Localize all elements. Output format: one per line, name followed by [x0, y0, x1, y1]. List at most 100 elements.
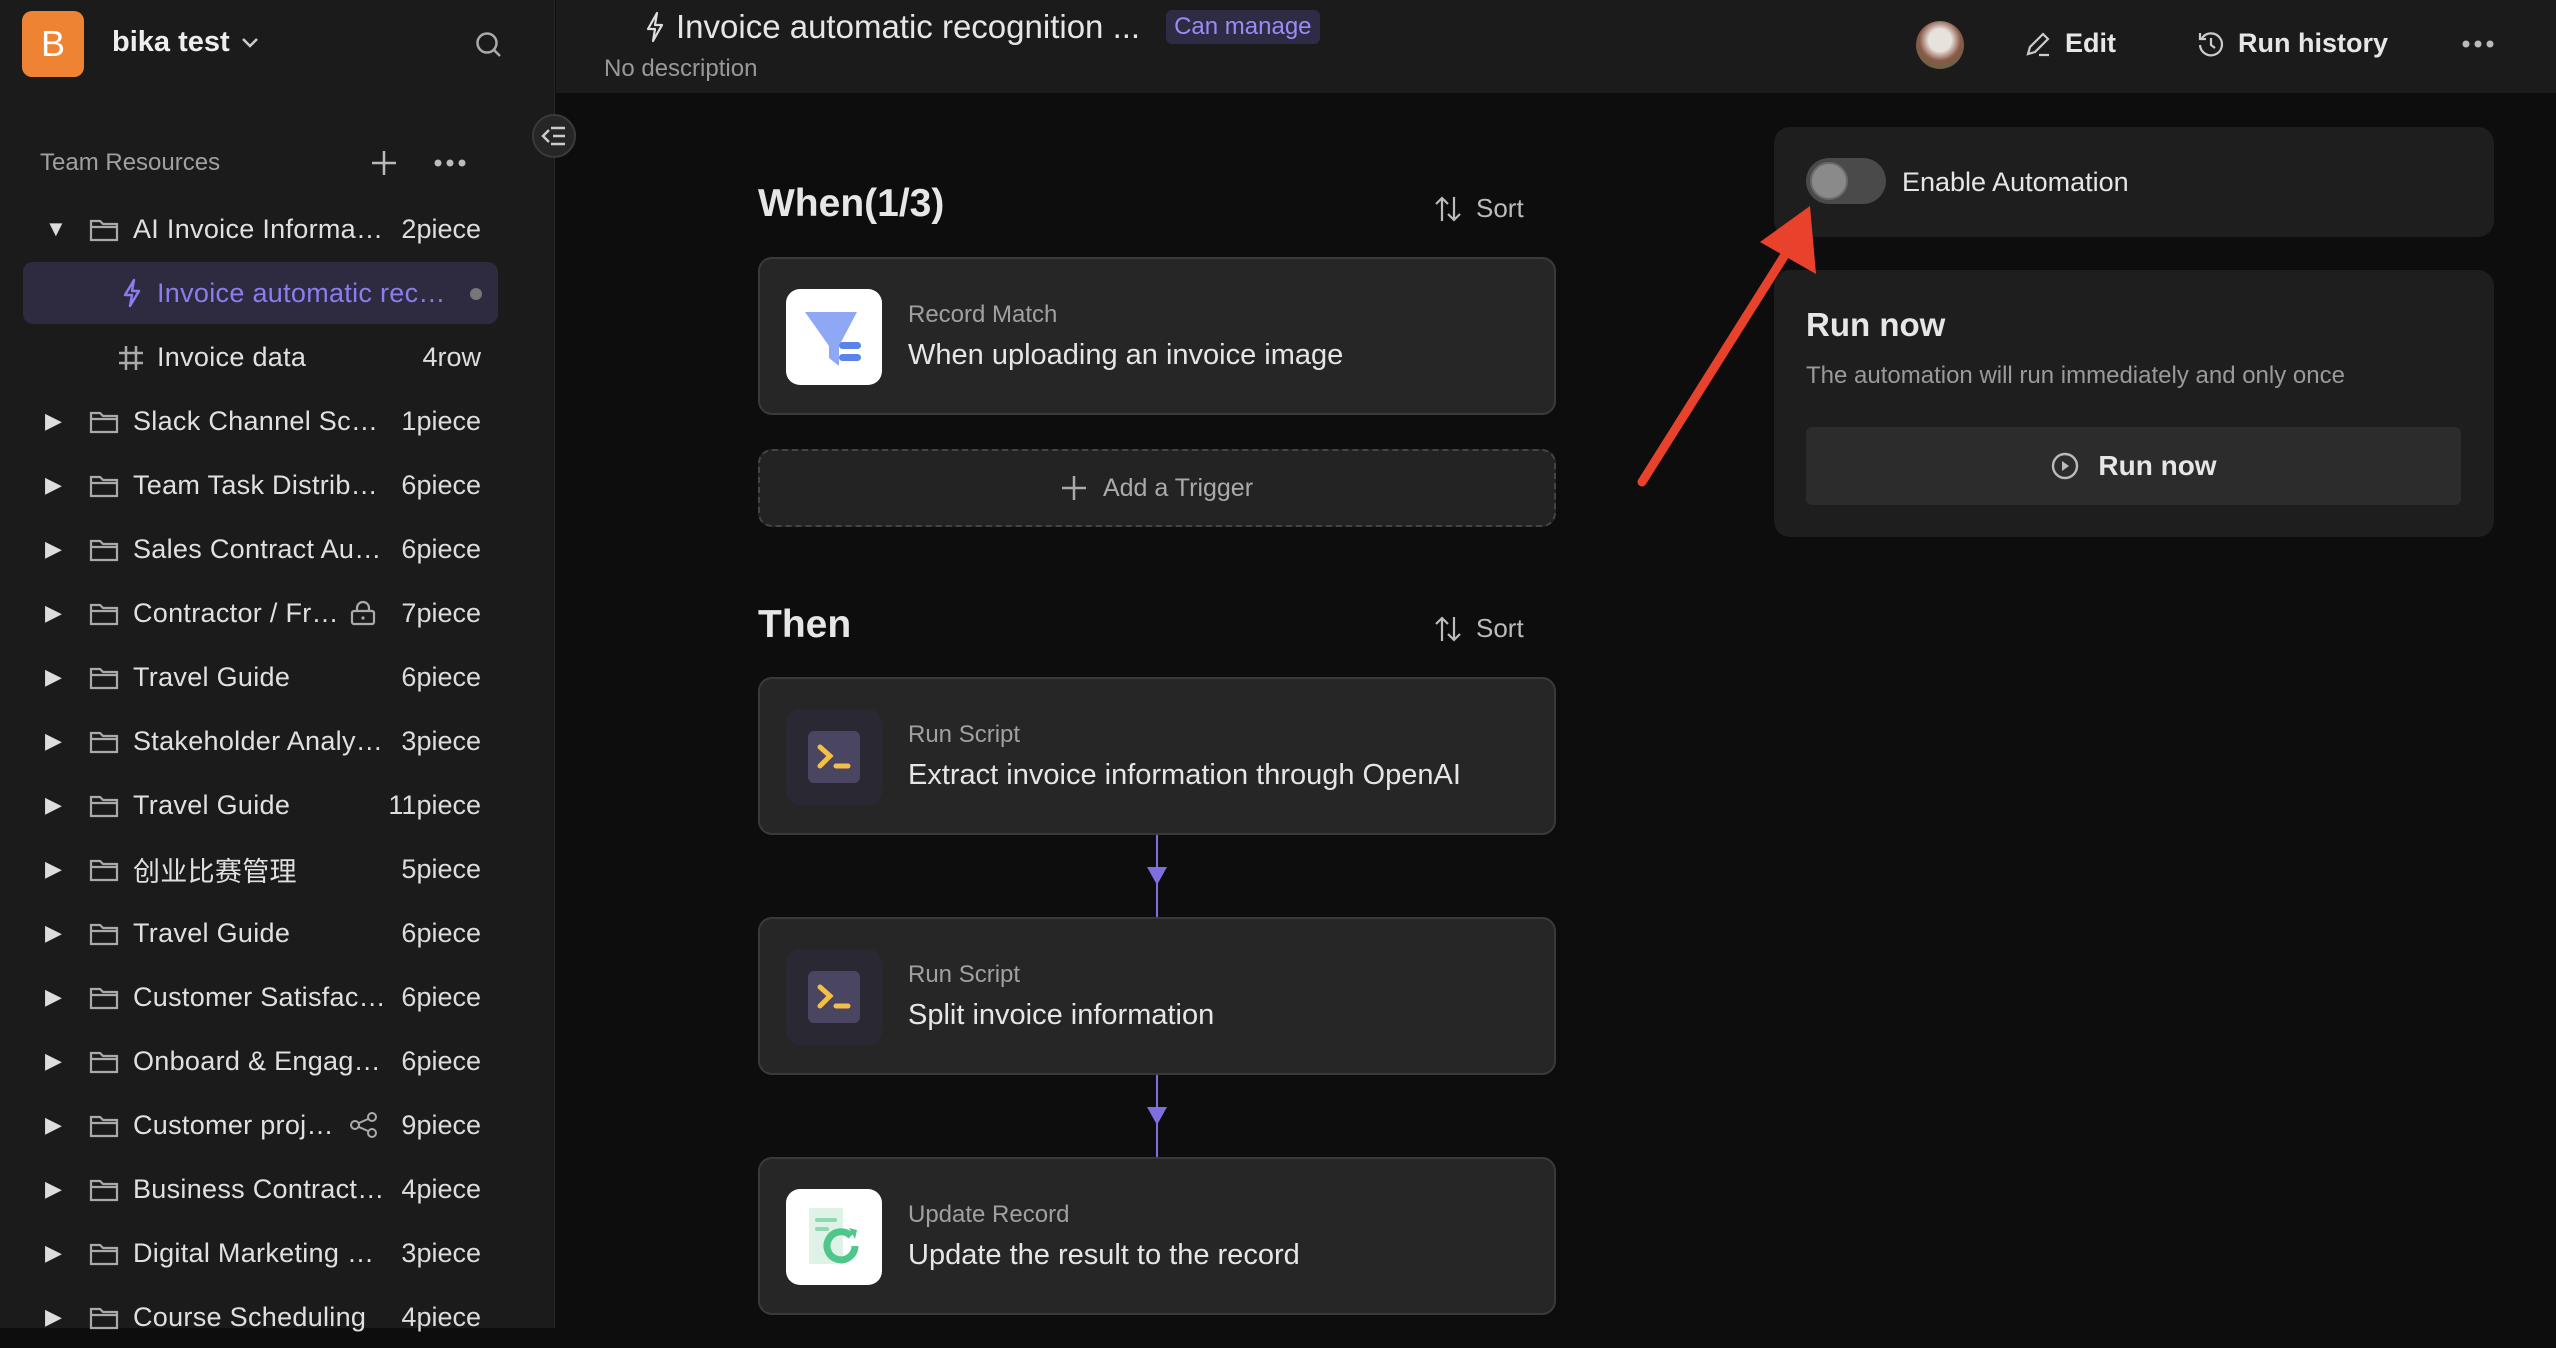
status-dot — [470, 288, 482, 300]
sidebar-item-label: Customer Satisfac… — [133, 981, 386, 1012]
run-now-button[interactable]: Run now — [1806, 427, 2461, 505]
folder-icon — [89, 1114, 119, 1145]
caret-right-icon[interactable]: ▶ — [45, 536, 62, 562]
folder-icon — [89, 1242, 119, 1273]
folder-icon — [89, 666, 119, 697]
sidebar-item[interactable]: ▶ 创业比赛管理 5piece — [23, 838, 498, 900]
more-icon[interactable] — [434, 159, 466, 167]
page-description[interactable]: No description — [604, 55, 757, 83]
edit-button[interactable]: Edit — [2023, 28, 2116, 59]
caret-right-icon[interactable]: ▶ — [45, 1048, 62, 1074]
action-card[interactable]: Update Record Update the result to the r… — [758, 1157, 1556, 1315]
sidebar-item-label: Travel Guide — [133, 789, 291, 820]
folder-icon — [89, 218, 119, 249]
plus-icon — [1061, 476, 1086, 500]
sidebar-item[interactable]: ▶ Sales Contract Au… 6piece — [23, 518, 498, 580]
sidebar-item[interactable]: Invoice automatic rec… — [23, 262, 498, 324]
caret-right-icon[interactable]: ▶ — [45, 920, 62, 946]
item-count: 3piece — [401, 1237, 481, 1268]
lightning-icon — [646, 11, 664, 43]
sidebar-item[interactable]: ▶ Slack Channel Sc… 1piece — [23, 390, 498, 452]
workspace-logo[interactable]: B — [22, 11, 84, 77]
run-history-button[interactable]: Run history — [2196, 28, 2388, 59]
sidebar-item[interactable]: ▶ Travel Guide 11piece — [23, 774, 498, 836]
update-record-icon — [786, 1189, 882, 1285]
folder-icon — [89, 602, 119, 633]
item-count: 3piece — [401, 725, 481, 756]
enable-panel: Enable Automation — [1774, 127, 2494, 237]
annotation-arrow-icon — [1637, 206, 1816, 487]
search-icon[interactable] — [474, 30, 504, 60]
action-card[interactable]: Run Script Split invoice information — [758, 917, 1556, 1075]
item-count: 4row — [422, 341, 481, 372]
sidebar-item-label: Travel Guide — [133, 917, 291, 948]
item-count: 7piece — [401, 597, 481, 628]
sidebar-item[interactable]: ▶ Travel Guide 6piece — [23, 902, 498, 964]
sidebar-item[interactable]: ▶ Stakeholder Analy… 3piece — [23, 710, 498, 772]
sidebar-item[interactable]: ▼ AI Invoice Informa… 2piece — [23, 198, 498, 260]
sort-icon — [1435, 615, 1461, 642]
sidebar-item[interactable]: ▶ Customer proj… 9piece — [23, 1094, 498, 1156]
terminal-icon — [786, 949, 882, 1045]
caret-right-icon[interactable]: ▶ — [45, 1176, 62, 1202]
folder-icon — [89, 1178, 119, 1209]
caret-right-icon[interactable]: ▶ — [45, 472, 62, 498]
filter-icon — [786, 289, 882, 385]
sidebar-item[interactable]: ▶ Digital Marketing … 3piece — [23, 1222, 498, 1284]
trigger-card[interactable]: Record Match When uploading an invoice i… — [758, 257, 1556, 415]
collapse-icon — [541, 126, 565, 146]
permission-badge: Can manage — [1166, 10, 1320, 44]
plus-icon[interactable] — [370, 149, 398, 177]
sidebar-item-label: Travel Guide — [133, 661, 291, 692]
lock-icon — [350, 600, 376, 633]
then-sort-button[interactable]: Sort — [1434, 613, 1524, 644]
sidebar-item-label: Invoice data — [157, 341, 307, 372]
sidebar-item[interactable]: ▶ Contractor / Fr… 7piece — [23, 582, 498, 644]
chevron-down-icon — [241, 37, 258, 48]
sidebar-item[interactable]: Invoice data 4row — [23, 326, 498, 388]
caret-right-icon[interactable]: ▶ — [45, 856, 62, 882]
caret-right-icon[interactable]: ▶ — [45, 600, 62, 626]
share-icon — [350, 1112, 378, 1145]
folder-icon — [89, 474, 119, 505]
sidebar-item-label: Slack Channel Sc… — [133, 405, 379, 436]
caret-right-icon[interactable]: ▶ — [45, 792, 62, 818]
caret-right-icon[interactable]: ▶ — [45, 1304, 62, 1330]
pencil-icon — [2026, 31, 2050, 56]
sidebar-item[interactable]: ▶ Customer Satisfac… 6piece — [23, 966, 498, 1028]
sidebar-item[interactable]: ▶ Travel Guide 6piece — [23, 646, 498, 708]
add-trigger-button[interactable]: Add a Trigger — [758, 449, 1556, 527]
workspace-switcher[interactable]: bika test — [112, 26, 260, 59]
caret-right-icon[interactable]: ▶ — [45, 984, 62, 1010]
more-icon[interactable] — [2462, 40, 2494, 48]
enable-automation-label: Enable Automation — [1902, 167, 2129, 197]
then-title: Then — [758, 603, 852, 646]
item-count: 6piece — [401, 469, 481, 500]
when-sort-button[interactable]: Sort — [1434, 193, 1524, 224]
caret-down-icon[interactable]: ▼ — [45, 216, 67, 242]
caret-right-icon[interactable]: ▶ — [45, 728, 62, 754]
arrow-down-icon — [1147, 867, 1167, 885]
avatar[interactable] — [1916, 21, 1964, 69]
item-count: 11piece — [388, 789, 481, 820]
item-count: 6piece — [401, 533, 481, 564]
caret-right-icon[interactable]: ▶ — [45, 1112, 62, 1138]
caret-right-icon[interactable]: ▶ — [45, 664, 62, 690]
item-count: 5piece — [401, 853, 481, 884]
collapse-sidebar-button[interactable] — [532, 114, 576, 158]
caret-right-icon[interactable]: ▶ — [45, 1240, 62, 1266]
sidebar-item[interactable]: ▶ Course Scheduling 4piece — [23, 1286, 498, 1348]
sidebar-item-label: AI Invoice Informa… — [133, 213, 384, 244]
terminal-icon — [786, 709, 882, 805]
sidebar-item[interactable]: ▶ Onboard & Engag… 6piece — [23, 1030, 498, 1092]
item-count: 6piece — [401, 917, 481, 948]
sidebar-item[interactable]: ▶ Team Task Distrib… 6piece — [23, 454, 498, 516]
folder-icon — [89, 922, 119, 953]
sidebar-item[interactable]: ▶ Business Contract… 4piece — [23, 1158, 498, 1220]
folder-icon — [89, 858, 119, 889]
sidebar-item-label: Onboard & Engag… — [133, 1045, 381, 1076]
page-title: Invoice automatic recognition ... Can ma… — [644, 8, 1320, 46]
caret-right-icon[interactable]: ▶ — [45, 408, 62, 434]
action-card[interactable]: Run Script Extract invoice information t… — [758, 677, 1556, 835]
history-icon — [2198, 31, 2224, 56]
